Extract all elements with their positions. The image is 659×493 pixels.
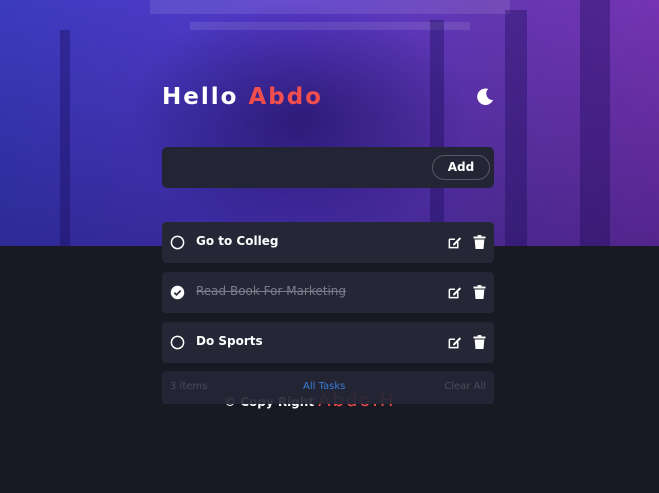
clear-all-button[interactable]: Clear All (444, 381, 486, 392)
check-circle-icon[interactable] (170, 285, 185, 300)
task-text: Go to Colleg (196, 234, 279, 248)
hero-ceiling-beam (150, 0, 510, 14)
task-footer: 3 items All Tasks Clear All (162, 371, 494, 404)
trash-icon[interactable] (473, 285, 486, 300)
edit-icon[interactable] (447, 285, 462, 300)
user-name: Abdo (248, 84, 323, 110)
task-item: Go to Colleg (162, 222, 494, 263)
trash-icon[interactable] (473, 335, 486, 350)
new-task-form: Add (162, 147, 494, 188)
circle-icon[interactable] (170, 235, 185, 250)
edit-icon[interactable] (447, 335, 462, 350)
hero-pillar (505, 10, 527, 246)
greeting-text: Hello (162, 84, 239, 110)
task-item: Read Book For Marketing (162, 272, 494, 313)
hero-banner (0, 0, 659, 246)
task-item: Do Sports (162, 322, 494, 363)
moon-icon[interactable] (474, 86, 496, 108)
trash-icon[interactable] (473, 235, 486, 250)
task-text: Read Book For Marketing (196, 284, 347, 298)
new-task-input[interactable] (172, 153, 432, 182)
circle-icon[interactable] (170, 335, 185, 350)
items-count: 3 items (170, 381, 208, 392)
edit-icon[interactable] (447, 235, 462, 250)
filter-all-tasks[interactable]: All Tasks (303, 381, 345, 392)
hero-ceiling-beam (190, 22, 470, 30)
hero-pillar (430, 20, 444, 246)
hero-overlay (0, 0, 659, 246)
page-title: Hello Abdo (162, 84, 323, 114)
task-text: Do Sports (196, 334, 263, 348)
hero-pillar (60, 30, 70, 246)
add-button[interactable]: Add (432, 155, 490, 180)
hero-pillar (580, 0, 610, 246)
